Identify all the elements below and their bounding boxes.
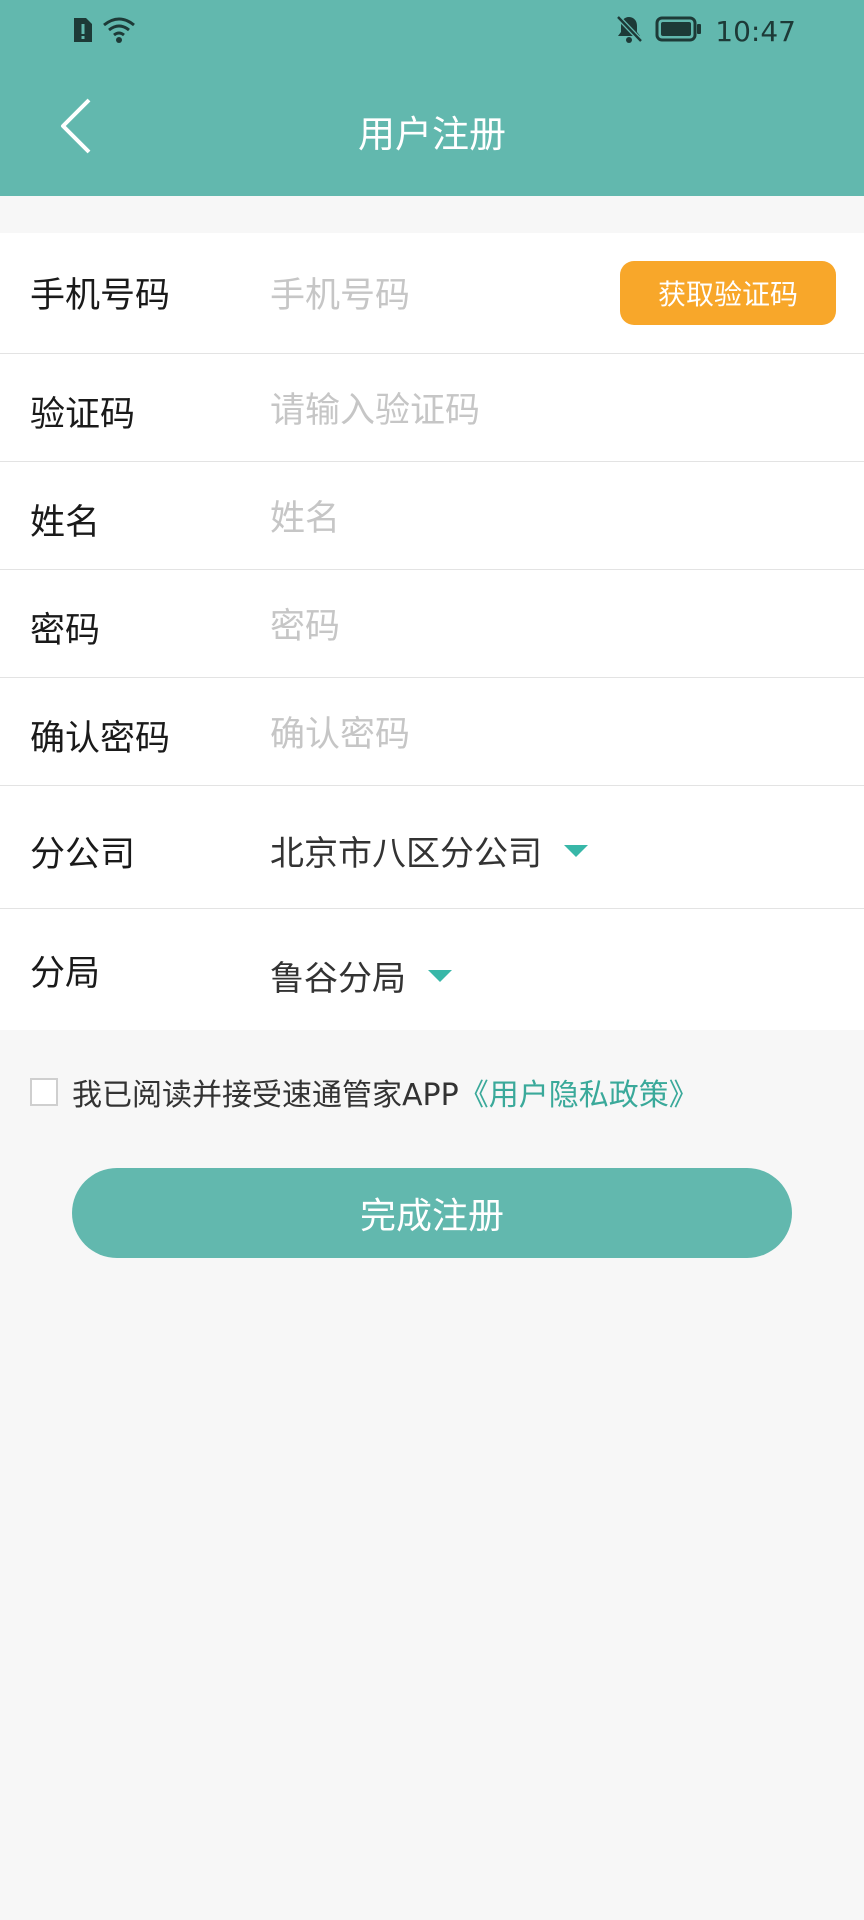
phone-row: 手机号码 获取验证码 [0,233,864,354]
status-bar: 10:47 [0,0,864,64]
branch-company-value: 北京市八区分公司 [270,834,542,874]
agreement-row: 我已阅读并接受速通管家APP《用户隐私政策》 [30,1070,699,1114]
wifi-icon [102,16,136,48]
confirm-password-input[interactable] [270,710,610,760]
sub-bureau-select[interactable]: 鲁谷分局 [270,951,452,1000]
confirm-password-row: 确认密码 [0,678,864,786]
sub-bureau-value: 鲁谷分局 [270,959,406,999]
sim-alert-icon [70,16,94,48]
code-input[interactable] [270,386,610,436]
app-header: 10:47 用户注册 [0,0,864,196]
caret-down-icon [564,844,588,857]
page-title: 用户注册 [358,113,506,156]
registration-form: 手机号码 获取验证码 验证码 姓名 密码 确认密码 分公司 北京市八区分公司 分… [0,233,864,1030]
agreement-text: 我已阅读并接受速通管家APP《用户隐私政策》 [72,1070,699,1114]
branch-company-row: 分公司 北京市八区分公司 [0,786,864,909]
name-row: 姓名 [0,462,864,570]
name-label: 姓名 [30,503,101,543]
phone-input[interactable] [270,271,590,321]
password-label: 密码 [30,611,101,651]
agreement-label: 我已阅读并接受速通管家APP [72,1078,459,1113]
caret-down-icon [428,969,452,982]
branch-company-select[interactable]: 北京市八区分公司 [270,826,588,875]
code-row: 验证码 [0,354,864,462]
bell-off-icon [615,14,644,48]
privacy-policy-link[interactable]: 《用户隐私政策》 [459,1078,699,1113]
status-left [70,16,136,48]
confirm-password-label: 确认密码 [30,719,171,759]
status-right: 10:47 [615,14,796,48]
clock: 10:47 [715,14,796,48]
complete-registration-button[interactable]: 完成注册 [72,1168,792,1258]
password-input[interactable] [270,602,610,652]
get-code-button[interactable]: 获取验证码 [620,261,836,325]
battery-icon [655,16,703,46]
phone-label: 手机号码 [30,276,171,316]
agreement-checkbox[interactable] [30,1078,58,1106]
password-row: 密码 [0,570,864,678]
sub-bureau-row: 分局 鲁谷分局 [0,909,864,1030]
branch-company-label: 分公司 [30,835,136,875]
sub-bureau-label: 分局 [30,954,101,994]
code-label: 验证码 [30,395,136,435]
name-input[interactable] [270,494,610,544]
